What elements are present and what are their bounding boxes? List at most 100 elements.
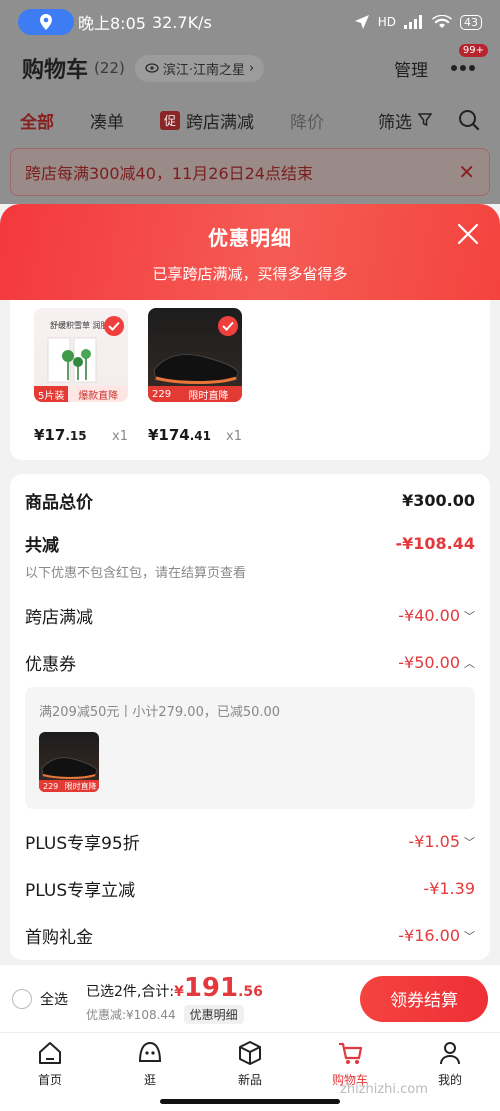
checkout-button[interactable]: 领券结算: [360, 975, 488, 1022]
more-menu-button[interactable]: 99+: [448, 44, 488, 80]
goods-price-int: ¥174: [148, 426, 190, 444]
shoe-illustration: [41, 757, 98, 779]
discount-line-value: -¥16.00: [398, 926, 460, 945]
filter-label: 筛选: [378, 112, 412, 133]
home-indicator: [160, 1099, 340, 1104]
wifi-icon: [432, 15, 452, 28]
sheet-close-icon[interactable]: [456, 222, 480, 246]
checkout-discount-line: 优惠减:¥108.44 优惠明细: [86, 1005, 263, 1024]
product-tag-main: 5片装: [34, 386, 69, 402]
location-pin-icon: [18, 9, 74, 35]
product-caption: 舒缓积雪草 润肤: [50, 321, 109, 330]
selected-check-icon: [218, 316, 238, 336]
discount-line-label: 跨店满减: [25, 608, 93, 628]
product-tag-main: 229: [148, 386, 176, 402]
tabbar-browse-label: 逛: [143, 1073, 156, 1087]
currency-symbol: ¥: [174, 984, 184, 1000]
tabbar-mine-label: 我的: [437, 1073, 462, 1087]
sheet-header: 优惠明细 已享跨店满减，买得多省得多: [0, 204, 500, 300]
signal-icon: [404, 15, 422, 29]
goods-qty: x1: [112, 429, 128, 444]
filter-button[interactable]: 筛选: [378, 108, 432, 133]
select-all-label[interactable]: 全选: [40, 989, 68, 1009]
cart-icon: [339, 1042, 363, 1064]
discount-line[interactable]: 跨店满减 -¥40.00 ﹀: [25, 603, 475, 628]
battery-icon: 43: [460, 14, 482, 30]
reduce-value: -¥108.44: [395, 534, 475, 553]
coupon-detail-box: 满209减50元丨小计279.00，已减50.00 229 限时直降: [25, 687, 475, 809]
home-icon: [39, 1042, 61, 1064]
product-tag: 229 限时直降: [148, 386, 242, 402]
total-amount-int: 191: [183, 973, 239, 1003]
tabbar-home-label: 首页: [37, 1073, 62, 1087]
chevron-up-icon: ︿: [464, 656, 475, 670]
search-icon[interactable]: [458, 109, 480, 131]
reduce-note: 以下优惠不包含红包，请在结算页查看: [25, 566, 247, 581]
cart-header: 购物车 (22) 滨江·江南之星 › 管理 99+: [0, 44, 500, 92]
tabbar-new-label: 新品: [237, 1073, 262, 1087]
product-tag-sub: 限时直降: [175, 386, 242, 402]
goods-item[interactable]: 229 限时直降 ¥174 .41 x1: [148, 308, 242, 460]
user-icon: [440, 1042, 460, 1065]
location-label: 滨江·江南之星: [162, 62, 245, 78]
tab-price-drop[interactable]: 降价: [290, 108, 324, 133]
discount-amount: 优惠减:¥108.44: [86, 1008, 176, 1022]
total-label: 商品总价: [25, 493, 93, 513]
discount-line-value: -¥1.39: [423, 879, 475, 898]
goods-card: 舒缓积雪草 润肤 5片装 爆款直降 ¥17 .15 x1 229 限时直降 ¥1…: [10, 300, 490, 460]
status-speed: 32.7K/s: [151, 12, 212, 32]
location-selector[interactable]: 滨江·江南之星 ›: [134, 54, 265, 82]
promo-notice-bar: 跨店每满300减40，11月26日24点结束 ✕: [10, 148, 490, 196]
close-icon[interactable]: ✕: [458, 160, 475, 184]
discount-line[interactable]: PLUS专享95折 -¥1.05 ﹀: [25, 829, 475, 854]
filter-funnel-icon: [418, 113, 432, 127]
product-image: 229 限时直降: [148, 308, 242, 402]
network-hd-label: HD: [377, 15, 396, 29]
goods-price-dec: .41: [189, 429, 212, 443]
discount-line: PLUS专享立减 -¥1.39: [25, 876, 475, 901]
tab-cross-store-label: 跨店满减: [186, 112, 255, 133]
tab-bundle[interactable]: 凑单: [90, 108, 124, 133]
total-row: 商品总价 ¥300.00: [25, 488, 475, 513]
watermark-text: zhizhizhi.com: [340, 1082, 428, 1097]
checkout-totals: 已选2件,合计: ¥ 191 .56 优惠减:¥108.44 优惠明细: [86, 973, 263, 1024]
chevron-down-icon: ﹀: [464, 929, 475, 943]
tab-all[interactable]: 全部: [20, 108, 54, 133]
chevron-down-icon: ﹀: [464, 609, 475, 623]
discount-line-value: -¥50.00: [398, 653, 460, 672]
tab-cross-store[interactable]: 促 跨店满减: [160, 108, 254, 133]
sheet-title: 优惠明细: [208, 226, 292, 250]
select-all-radio[interactable]: [12, 988, 32, 1009]
face-icon: [138, 1041, 162, 1062]
eye-location-icon: [145, 63, 159, 73]
tabbar-mine[interactable]: 我的: [400, 1033, 500, 1111]
promo-notice-text: 跨店每满300减40，11月26日24点结束: [25, 164, 313, 183]
product-image: 舒缓积雪草 润肤 5片装 爆款直降: [34, 308, 128, 402]
sheet-subtitle: 已享跨店满减，买得多省得多: [152, 265, 348, 283]
discount-detail-button[interactable]: 优惠明细: [183, 1005, 244, 1024]
status-time: 晚上8:05: [78, 14, 146, 33]
chevron-right-icon: ›: [248, 60, 255, 76]
product-tag-main: 229: [39, 780, 63, 792]
product-illustration: [47, 337, 97, 383]
tabbar-home[interactable]: 首页: [0, 1033, 100, 1111]
discount-line[interactable]: 优惠券 -¥50.00 ︿: [25, 650, 475, 675]
reduce-row: 共减 -¥108.44: [25, 531, 475, 556]
checkout-bar: 全选 已选2件,合计: ¥ 191 .56 优惠减:¥108.44 优惠明细 领…: [0, 964, 500, 1032]
selected-check-icon: [104, 316, 124, 336]
discount-line-label: 优惠券: [25, 655, 76, 675]
discount-line-value: -¥40.00: [398, 606, 460, 625]
navigation-arrow-icon: [354, 15, 369, 29]
cart-count: (22): [94, 59, 125, 77]
goods-price-dec: .15: [65, 429, 87, 443]
goods-qty: x1: [226, 429, 242, 444]
manage-button[interactable]: 管理: [394, 56, 428, 81]
filter-tabs: 全部 凑单 促 跨店满减 降价 筛选: [0, 100, 500, 140]
discount-line[interactable]: 首购礼金 -¥16.00 ﹀: [25, 923, 475, 948]
reduce-label: 共减: [25, 536, 59, 556]
chevron-down-icon: ﹀: [464, 835, 475, 849]
goods-item[interactable]: 舒缓积雪草 润肤 5片装 爆款直降 ¥17 .15 x1: [34, 308, 128, 460]
product-tag: 5片装 爆款直降: [34, 386, 128, 402]
checkout-total-line: 已选2件,合计: ¥ 191 .56: [86, 973, 263, 1003]
goods-price-int: ¥17: [34, 426, 66, 444]
